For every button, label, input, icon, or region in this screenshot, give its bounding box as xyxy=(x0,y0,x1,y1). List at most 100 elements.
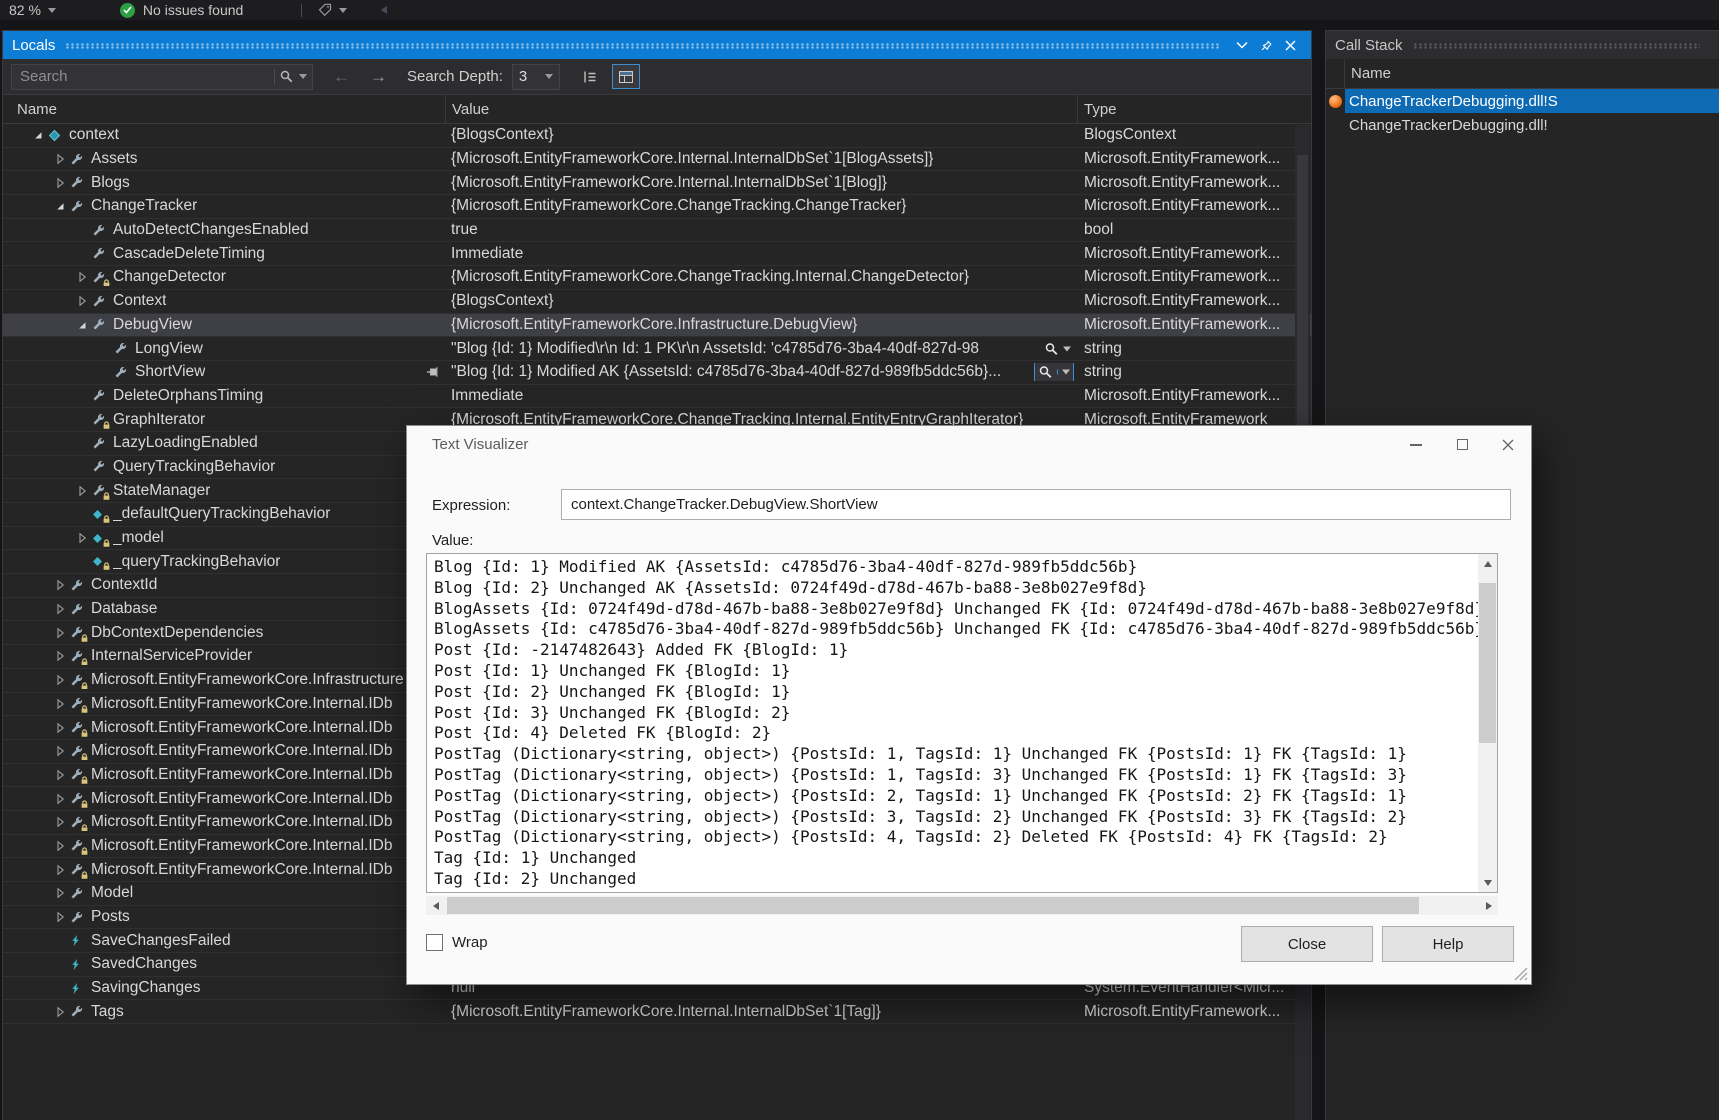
variable-name: CascadeDeleteTiming xyxy=(113,245,265,263)
back-arrow-icon[interactable] xyxy=(379,5,389,15)
expand-arrow-icon[interactable] xyxy=(51,697,69,711)
expand-arrow-icon[interactable] xyxy=(51,839,69,853)
scroll-right-button[interactable] xyxy=(1479,896,1498,915)
property-icon xyxy=(91,294,113,309)
pin-icon[interactable] xyxy=(1254,34,1278,56)
value-text-area[interactable]: Blog {Id: 1} Modified AK {AssetsId: c478… xyxy=(426,553,1498,893)
scroll-up-button[interactable] xyxy=(1478,554,1497,573)
locals-row[interactable]: AutoDetectChangesEnabledtruebool xyxy=(3,219,1311,243)
expression-input[interactable] xyxy=(561,489,1511,520)
expand-arrow-icon[interactable] xyxy=(51,673,69,687)
locals-row[interactable]: Assets{Microsoft.EntityFrameworkCore.Int… xyxy=(3,148,1311,172)
close-dialog-button[interactable]: Close xyxy=(1241,926,1373,962)
chevron-down-icon[interactable] xyxy=(48,8,56,13)
scrollbar-track[interactable] xyxy=(445,896,1479,915)
locals-row[interactable]: ChangeDetector{Microsoft.EntityFramework… xyxy=(3,266,1311,290)
row-name-cell: DebugView xyxy=(3,316,446,334)
chevron-down-icon[interactable] xyxy=(339,8,347,13)
locals-row[interactable]: Context{BlogsContext}Microsoft.EntityFra… xyxy=(3,290,1311,314)
search-back-icon[interactable]: ← xyxy=(333,68,350,85)
scroll-down-button[interactable] xyxy=(1478,873,1497,892)
expand-arrow-icon[interactable] xyxy=(51,649,69,663)
window-position-icon[interactable] xyxy=(1230,34,1254,56)
property-icon xyxy=(91,412,113,427)
chevron-down-icon[interactable] xyxy=(299,74,307,79)
expand-arrow-icon[interactable] xyxy=(51,886,69,900)
expand-arrow-icon[interactable] xyxy=(73,270,91,284)
column-header-name[interactable]: Name xyxy=(1344,59,1719,88)
expand-arrow-icon[interactable] xyxy=(51,152,69,166)
scrollbar-thumb[interactable] xyxy=(447,897,1419,914)
drag-grip[interactable] xyxy=(1413,43,1700,49)
chevron-down-icon[interactable] xyxy=(1063,346,1071,351)
maximize-button[interactable] xyxy=(1439,426,1485,463)
minimize-icon xyxy=(1410,444,1422,446)
text-visualizer-button[interactable] xyxy=(1041,340,1074,358)
locals-row[interactable]: DebugView{Microsoft.EntityFrameworkCore.… xyxy=(3,314,1311,338)
callstack-frame[interactable]: ChangeTrackerDebugging.dll! xyxy=(1326,113,1719,137)
search-forward-icon[interactable]: → xyxy=(370,68,387,85)
expand-arrow-icon[interactable] xyxy=(73,531,91,545)
class-icon xyxy=(47,128,69,143)
pin-to-source-icon[interactable] xyxy=(426,365,441,380)
text-visualizer-dialog: Text Visualizer Expression: Value: Blog … xyxy=(406,425,1532,985)
collapse-arrow-icon[interactable] xyxy=(51,199,69,213)
drag-grip[interactable] xyxy=(65,43,1220,49)
expand-arrow-icon[interactable] xyxy=(51,602,69,616)
resize-grip[interactable] xyxy=(1510,963,1528,981)
expand-arrow-icon[interactable] xyxy=(51,863,69,877)
scroll-left-button[interactable] xyxy=(426,896,445,915)
wrap-checkbox[interactable]: Wrap xyxy=(426,934,488,951)
locals-row[interactable]: LongView"Blog {Id: 1} Modified\r\n Id: 1… xyxy=(3,337,1311,361)
checkbox-box[interactable] xyxy=(426,934,443,951)
row-type-cell: Microsoft.EntityFramework... xyxy=(1078,174,1311,192)
expand-arrow-icon[interactable] xyxy=(51,721,69,735)
issues-status[interactable]: No issues found xyxy=(143,2,243,18)
zoom-level[interactable]: 82 % xyxy=(9,2,41,18)
horizontal-scrollbar[interactable] xyxy=(426,896,1498,915)
locals-row[interactable]: ChangeTracker{Microsoft.EntityFrameworkC… xyxy=(3,195,1311,219)
search-depth-select[interactable]: 3 xyxy=(512,64,560,90)
expand-arrow-icon[interactable] xyxy=(51,578,69,592)
chevron-down-icon[interactable] xyxy=(1057,370,1070,375)
text-visualizer-button[interactable] xyxy=(1034,363,1074,381)
close-button[interactable] xyxy=(1485,426,1531,463)
callstack-frame[interactable]: ChangeTrackerDebugging.dll!S xyxy=(1326,89,1719,113)
property-icon xyxy=(69,791,91,806)
locals-row[interactable]: CascadeDeleteTimingImmediateMicrosoft.En… xyxy=(3,242,1311,266)
locals-row[interactable]: context{BlogsContext}BlogsContext xyxy=(3,124,1311,148)
expand-arrow-icon[interactable] xyxy=(51,1005,69,1019)
expand-arrow-icon[interactable] xyxy=(51,815,69,829)
help-button[interactable]: Help xyxy=(1382,926,1514,962)
expand-arrow-icon[interactable] xyxy=(51,744,69,758)
property-icon xyxy=(69,838,91,853)
minimize-button[interactable] xyxy=(1393,426,1439,463)
tabular-view-icon[interactable] xyxy=(612,64,640,89)
column-header-name[interactable]: Name xyxy=(3,95,446,123)
scrollbar-thumb[interactable] xyxy=(1479,583,1496,743)
row-name-cell: _model xyxy=(3,529,446,547)
collapse-arrow-icon[interactable] xyxy=(29,128,47,142)
expand-arrow-icon[interactable] xyxy=(51,626,69,640)
vertical-scrollbar[interactable] xyxy=(1478,554,1497,892)
dialog-title-bar[interactable]: Text Visualizer xyxy=(407,426,1531,463)
column-header-value[interactable]: Value xyxy=(446,95,1078,123)
text-format-icon[interactable] xyxy=(576,64,604,89)
expand-arrow-icon[interactable] xyxy=(51,792,69,806)
locals-row[interactable]: Tags{Microsoft.EntityFrameworkCore.Inter… xyxy=(3,1000,1311,1024)
expand-arrow-icon[interactable] xyxy=(73,484,91,498)
search-input[interactable] xyxy=(12,68,270,85)
collapse-arrow-icon[interactable] xyxy=(73,318,91,332)
locals-row[interactable]: Blogs{Microsoft.EntityFrameworkCore.Inte… xyxy=(3,171,1311,195)
search-icon[interactable] xyxy=(279,69,294,84)
expand-arrow-icon[interactable] xyxy=(73,294,91,308)
expand-arrow-icon[interactable] xyxy=(51,768,69,782)
column-header-type[interactable]: Type xyxy=(1078,95,1311,123)
locals-row[interactable]: DeleteOrphansTimingImmediateMicrosoft.En… xyxy=(3,385,1311,409)
expand-arrow-icon[interactable] xyxy=(51,910,69,924)
scrollbar-track[interactable] xyxy=(1478,573,1497,873)
locals-row[interactable]: ShortView"Blog {Id: 1} Modified AK {Asse… xyxy=(3,361,1311,385)
expand-arrow-icon[interactable] xyxy=(51,176,69,190)
close-icon[interactable] xyxy=(1278,34,1302,56)
tag-icon[interactable] xyxy=(318,3,332,17)
